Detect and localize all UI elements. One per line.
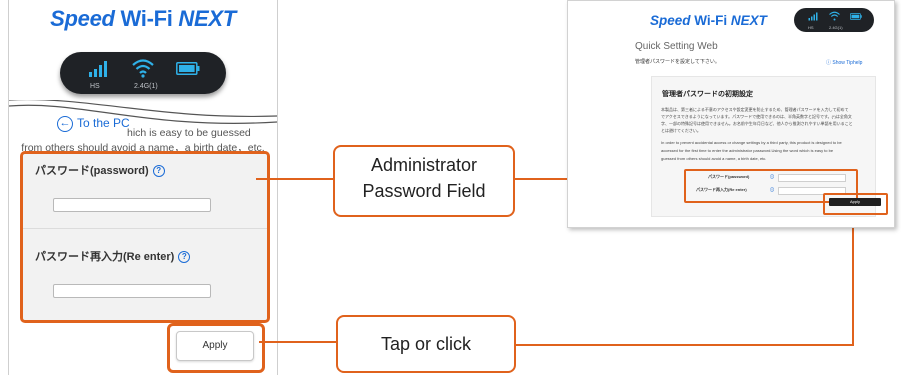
password-form: パスワード(password)? パスワード再入力(Re enter)?: [20, 151, 270, 323]
battery-icon: [176, 62, 200, 75]
desktop-apply-button[interactable]: Apply: [829, 198, 881, 206]
wifi-icon: [132, 59, 154, 78]
device-status-bar: HS 2.4G(1): [60, 52, 226, 94]
status-mode: HS: [90, 83, 100, 90]
callout-admin-line1: Administrator: [370, 155, 478, 175]
field-divider: [23, 228, 267, 229]
help-icon[interactable]: ⓘ: [770, 187, 774, 193]
apply-button[interactable]: Apply: [176, 331, 254, 361]
password-label-row: パスワード(password)?: [35, 162, 165, 178]
en-notice-line: In order to prevent accidental access or…: [661, 140, 842, 145]
brand-logo: Speed Wi-Fi NEXT: [9, 6, 277, 32]
desktop-status-bar: HS 2.4G(1): [794, 8, 874, 32]
jp-notice-line: とは避けてください。: [661, 128, 701, 133]
brand-next: NEXT: [730, 13, 767, 28]
connector-line: [259, 341, 337, 343]
brand-wifi: Wi-Fi: [694, 13, 728, 28]
arrow-left-icon: ←: [57, 116, 73, 132]
connector-line: [852, 211, 854, 346]
status-band: 2.4G(1): [829, 25, 843, 30]
desktop-brand-logo: Speed Wi-Fi NEXT: [650, 13, 767, 28]
reenter-label-row: パスワード再入力(Re enter)?: [35, 248, 191, 264]
show-tiphelp-link[interactable]: ⓘ Show Tiphelp: [826, 59, 862, 66]
connector-line: [512, 344, 853, 346]
show-tiphelp-label: Show Tiphelp: [832, 60, 863, 66]
signal-bars-icon: [89, 61, 107, 77]
reenter-label: パスワード再入力(Re enter): [35, 251, 175, 263]
phone-screenshot: Speed Wi-Fi NEXT HS 2.4G(1) ← To the PC: [8, 0, 278, 375]
help-icon[interactable]: ⓘ: [770, 174, 774, 180]
jp-notice-line: 字、一部の特殊記号は使用できません。お名前や生年月日など、他人から推測されやすい…: [661, 121, 853, 126]
reenter-password-input[interactable]: [53, 284, 211, 298]
help-icon[interactable]: ?: [152, 165, 165, 178]
password-input[interactable]: [778, 174, 846, 182]
page-title: Quick Setting Web: [635, 41, 718, 52]
signal-bars-icon: [808, 12, 818, 21]
password-label: パスワード(password): [35, 165, 149, 177]
battery-icon: [850, 13, 862, 20]
callout-admin-line2: Password Field: [362, 181, 486, 201]
brand-next: NEXT: [178, 6, 236, 31]
jp-notice-line: でアクセスできるようになっています。パスワードで使用できるのは、半角英数字と記号…: [661, 114, 852, 119]
back-to-pc-link-visible[interactable]: ← To the PC: [57, 116, 130, 132]
panel-title: 管理者パスワードの初期設定: [662, 91, 753, 98]
reenter-label: パスワード再入力(Re enter): [696, 187, 747, 192]
password-label: パスワード(password): [708, 174, 750, 179]
en-notice-line: accessed for the first time to enter the…: [661, 148, 834, 153]
status-band: 2.4G(1): [134, 83, 158, 90]
brand-speed: Speed: [50, 6, 115, 31]
help-icon[interactable]: ?: [178, 251, 191, 264]
brand-wifi: Wi-Fi: [120, 6, 173, 31]
brand-speed: Speed: [650, 13, 691, 28]
callout-tap-or-click: Tap or click: [336, 315, 516, 373]
connector-line: [256, 178, 334, 180]
back-link-label: To the PC: [77, 116, 130, 131]
wifi-icon: [829, 11, 840, 21]
password-notice-line1: hich is easy to be guessed: [127, 127, 251, 139]
callout-admin-password: Administrator Password Field: [333, 145, 515, 217]
set-password-prompt: 管理者パスワードを設定して下さい。: [635, 59, 720, 65]
en-notice-line: guessed from others should avoid a name,…: [661, 156, 767, 161]
password-input[interactable]: [53, 198, 211, 212]
jp-notice-line: 本製品は、第三者による不意のアクセスや設定変更を防止するため、管理者パスワードを…: [661, 107, 849, 112]
status-mode: HS: [808, 25, 814, 30]
